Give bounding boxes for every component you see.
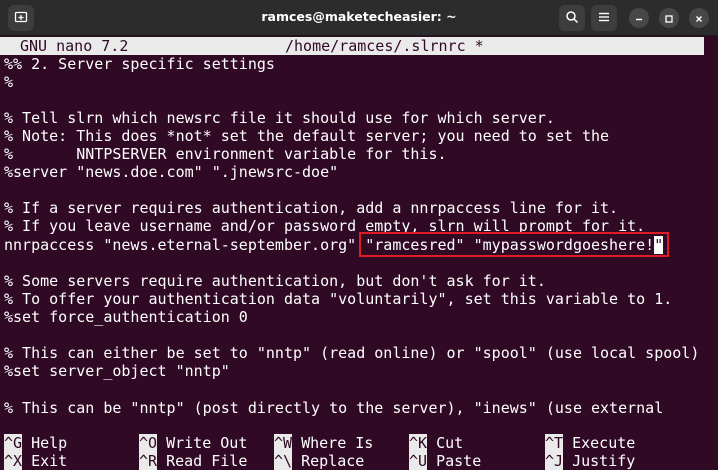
window-titlebar: ramces@maketecheasier: ~ [0, 0, 718, 36]
maximize-icon [664, 9, 674, 28]
shortcut-paste[interactable]: ^U Paste [409, 452, 481, 470]
shortcut-justify[interactable]: ^J Justify [545, 452, 635, 470]
shortcut-key: ^U [409, 452, 428, 470]
search-button[interactable] [559, 5, 585, 31]
shortcut-label: Write Out [166, 434, 248, 452]
nano-version: GNU nano 7.2 [20, 37, 129, 55]
shortcut-key: ^\ [274, 452, 293, 470]
editor-line: % Note: This does *not* set the default … [4, 127, 610, 145]
shortcut-key: ^K [409, 434, 428, 452]
shortcut-key: ^O [139, 434, 158, 452]
shortcut-label: Replace [301, 452, 365, 470]
editor-line: % To offer your authentication data "vol… [4, 290, 673, 308]
menu-button[interactable] [591, 5, 617, 31]
editor-line: %server "news.doe.com" ".jnewsrc-doe" [4, 163, 339, 181]
close-icon [694, 9, 704, 28]
maximize-button[interactable] [659, 8, 679, 28]
shortcut-label: Where Is [301, 434, 374, 452]
editor-line: % This can be "nntp" (post directly to t… [4, 399, 664, 417]
close-button[interactable] [689, 8, 709, 28]
shortcut-key: ^J [545, 452, 564, 470]
shortcut-cut[interactable]: ^K Cut [409, 434, 463, 452]
editor-line: % [4, 73, 14, 91]
shortcut-exit[interactable]: ^X Exit [4, 452, 67, 470]
editor-line: % NNTPSERVER environment variable for th… [4, 145, 447, 163]
editor-line: % If a server requires authentication, a… [4, 199, 619, 217]
shortcut-read-file[interactable]: ^R Read File [139, 452, 247, 470]
file-path: /home/ramces/.slrnrc * [285, 37, 484, 55]
shortcut-label: Paste [436, 452, 482, 470]
minimize-icon [634, 9, 644, 28]
minimize-button[interactable] [629, 8, 649, 28]
shortcut-key: ^G [4, 434, 23, 452]
shortcut-execute[interactable]: ^T Execute [545, 434, 635, 452]
editor-line: % This can either be set to "nntp" (read… [4, 344, 700, 362]
credentials-highlight-box [359, 232, 669, 257]
terminal-area[interactable]: GNU nano 7.2 /home/ramces/.slrnrc * %% 2… [0, 36, 718, 470]
shortcut-help[interactable]: ^G Help [4, 434, 67, 452]
shortcut-label: Read File [166, 452, 248, 470]
shortcut-key: ^X [4, 452, 23, 470]
shortcut-label: Exit [31, 452, 68, 470]
editor-line: %set server_object "nntp" [4, 362, 230, 380]
editor-line: % Tell slrn which newsrc file it should … [4, 109, 555, 127]
shortcut-label: Justify [572, 452, 636, 470]
editor-line: %set force_authentication 0 [4, 308, 248, 326]
editor-line: %% 2. Server specific settings [4, 55, 275, 73]
shortcut-key: ^R [139, 452, 158, 470]
nano-header-bar: GNU nano 7.2 /home/ramces/.slrnrc * [0, 37, 704, 55]
shortcut-key: ^W [274, 434, 293, 452]
shortcut-key: ^T [545, 434, 564, 452]
shortcut-label: Execute [572, 434, 636, 452]
shortcut-label: Cut [436, 434, 464, 452]
shortcut-write-out[interactable]: ^O Write Out [139, 434, 247, 452]
editor-line: % Some servers require authentication, b… [4, 272, 546, 290]
shortcut-label: Help [31, 434, 68, 452]
search-icon [565, 9, 579, 28]
hamburger-menu-icon [597, 9, 611, 28]
shortcut-replace[interactable]: ^\ Replace [274, 452, 364, 470]
shortcut-where-is[interactable]: ^W Where Is [274, 434, 373, 452]
